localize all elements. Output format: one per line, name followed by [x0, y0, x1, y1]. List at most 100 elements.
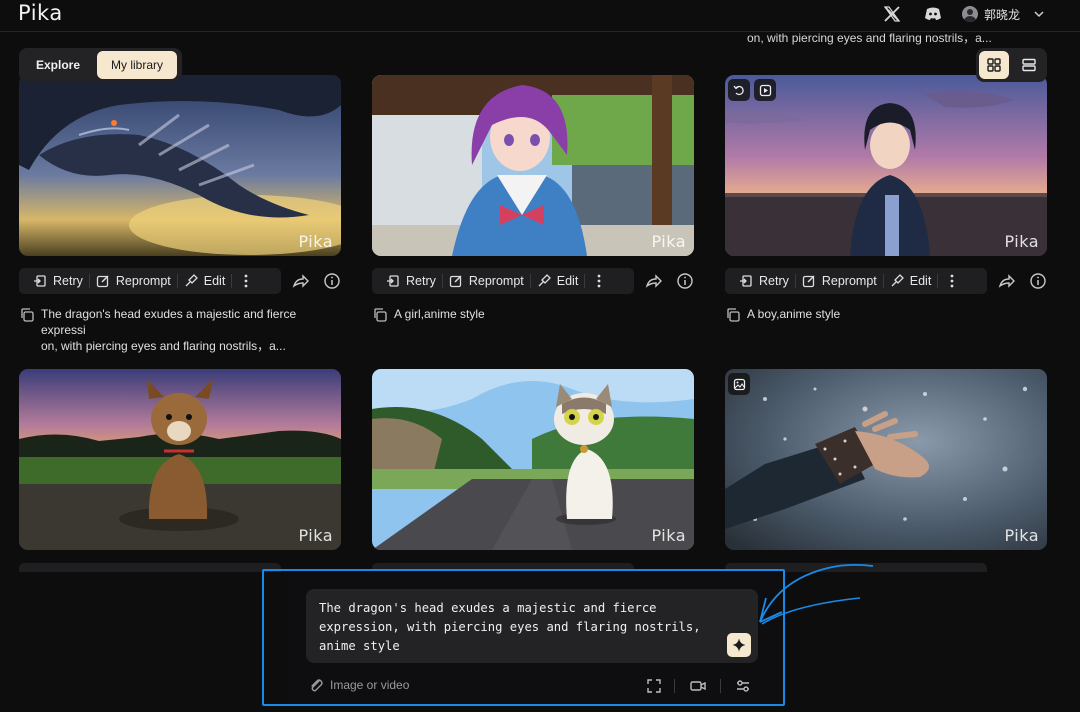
retry-icon — [387, 275, 399, 287]
tab-my-library[interactable]: My library — [97, 51, 178, 79]
more-vertical-icon — [244, 274, 248, 288]
card-actions: Retry Reprompt Edit — [19, 268, 341, 294]
prompt-input-text[interactable]: The dragon's head exudes a majestic and … — [319, 599, 719, 656]
prompt-text: The dragon's head exudes a majestic and … — [41, 306, 341, 354]
pencil-square-icon — [802, 275, 815, 288]
pika-watermark: Pika — [1004, 526, 1039, 545]
video-thumbnail[interactable]: Pika — [19, 75, 341, 256]
expand-icon[interactable] — [645, 677, 663, 695]
list-icon — [1022, 58, 1036, 72]
user-name: 郭晓龙 — [984, 7, 1021, 22]
more-vertical-icon — [597, 274, 601, 288]
video-thumbnail[interactable]: Pika — [372, 75, 694, 256]
share-icon[interactable] — [644, 271, 664, 291]
edit-label: Edit — [203, 274, 226, 288]
video-thumbnail[interactable]: Pika — [372, 369, 694, 550]
edit-label: Edit — [909, 274, 932, 288]
reprompt-label: Reprompt — [115, 274, 171, 288]
video-card: Pika Retry Reprompt Edit — [725, 75, 1047, 322]
anime-boy-scene-image — [725, 75, 1047, 256]
retry-label: Retry — [406, 274, 436, 288]
edit-label: Edit — [556, 274, 579, 288]
info-icon[interactable] — [322, 271, 342, 291]
video-camera-icon[interactable] — [689, 677, 707, 695]
edit-button[interactable]: Edit — [531, 268, 585, 294]
sparkle-icon — [732, 638, 746, 652]
pencil-square-icon — [96, 275, 109, 288]
video-card: Pika — [372, 369, 694, 550]
list-view-button[interactable] — [1014, 51, 1044, 79]
copy-icon[interactable] — [725, 307, 741, 323]
pencil-square-icon — [449, 275, 462, 288]
retry-button[interactable]: Retry — [27, 268, 89, 294]
more-button[interactable] — [938, 268, 966, 294]
action-bar — [19, 563, 281, 572]
pika-watermark: Pika — [298, 526, 333, 545]
video-thumbnail[interactable]: Pika — [725, 75, 1047, 256]
retry-button[interactable]: Retry — [380, 268, 442, 294]
prompt-row: A boy,anime style — [725, 306, 1047, 323]
retry-icon — [740, 275, 752, 287]
settings-sliders-icon[interactable] — [734, 677, 752, 695]
retry-label: Retry — [53, 274, 83, 288]
prompt-row: The dragon's head exudes a majestic and … — [19, 306, 341, 354]
retry-icon — [34, 275, 46, 287]
pika-logo[interactable]: Pika — [18, 1, 63, 25]
edit-button[interactable]: Edit — [178, 268, 232, 294]
prompt-text: A boy,anime style — [747, 306, 1047, 323]
attach-media-button[interactable]: Image or video — [308, 677, 409, 693]
badge-row — [728, 79, 776, 101]
prompt-input[interactable]: The dragon's head exudes a majestic and … — [306, 589, 758, 663]
discord-icon[interactable] — [923, 4, 943, 24]
reprompt-button[interactable]: Reprompt — [796, 268, 883, 294]
info-icon[interactable] — [675, 271, 695, 291]
card-actions: Retry Reprompt Edit — [372, 268, 694, 294]
video-thumbnail[interactable]: Pika — [725, 369, 1047, 550]
user-menu[interactable]: 郭晓龙 — [962, 4, 1046, 24]
share-icon[interactable] — [291, 271, 311, 291]
brush-icon — [538, 274, 551, 287]
pika-watermark: Pika — [298, 232, 333, 251]
more-button[interactable] — [585, 268, 613, 294]
anime-girl-scene-image — [372, 75, 694, 256]
cutoff-prompt-text: on, with piercing eyes and flaring nostr… — [747, 31, 992, 45]
card-actions: Retry Reprompt Edit — [725, 268, 1047, 294]
prompt-composer: The dragon's head exudes a majestic and … — [288, 570, 782, 705]
divider — [674, 679, 675, 693]
more-vertical-icon — [950, 274, 954, 288]
generate-button[interactable] — [727, 633, 751, 657]
edit-button[interactable]: Edit — [884, 268, 938, 294]
copy-icon[interactable] — [372, 307, 388, 323]
dragon-scene-image — [19, 75, 341, 256]
share-icon[interactable] — [997, 271, 1017, 291]
attach-label: Image or video — [330, 678, 410, 692]
retry-button[interactable]: Retry — [733, 268, 795, 294]
divider — [720, 679, 721, 693]
prompt-row: A girl,anime style — [372, 306, 694, 323]
action-bar: Retry Reprompt Edit — [725, 268, 987, 294]
reprompt-label: Reprompt — [821, 274, 877, 288]
tab-explore[interactable]: Explore — [22, 51, 94, 79]
action-bar: Retry Reprompt Edit — [372, 268, 634, 294]
brush-icon — [185, 274, 198, 287]
library-tabs: Explore My library — [19, 48, 182, 82]
reprompt-button[interactable]: Reprompt — [90, 268, 177, 294]
badge-row — [728, 373, 750, 395]
pika-library-page: Pika 郭晓龙 on, with piercing eyes and flar… — [0, 0, 1080, 712]
view-toggle — [976, 48, 1047, 82]
more-button[interactable] — [232, 268, 260, 294]
reprompt-button[interactable]: Reprompt — [443, 268, 530, 294]
grid-view-button[interactable] — [979, 51, 1009, 79]
action-bar: Retry Reprompt Edit — [19, 268, 281, 294]
reprompt-label: Reprompt — [468, 274, 524, 288]
video-thumbnail[interactable]: Pika — [19, 369, 341, 550]
snow-hand-scene-image — [725, 369, 1047, 550]
pika-watermark: Pika — [1004, 232, 1039, 251]
retry-badge-icon — [728, 79, 750, 101]
copy-icon[interactable] — [19, 307, 35, 323]
info-icon[interactable] — [1028, 271, 1048, 291]
x-twitter-icon[interactable] — [882, 4, 902, 24]
retry-label: Retry — [759, 274, 789, 288]
video-card: Pika — [19, 369, 341, 550]
top-bar: Pika 郭晓龙 — [0, 0, 1080, 32]
